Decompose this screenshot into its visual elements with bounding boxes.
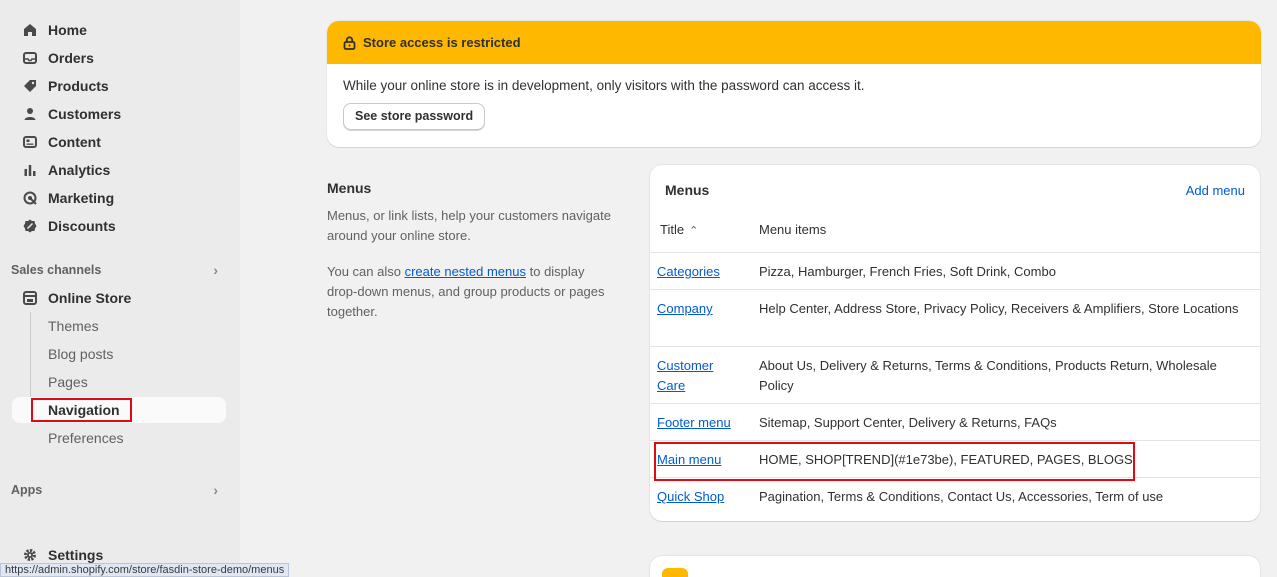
chevron-right-icon: › [213,262,218,278]
subnav-navigation-label: Navigation [48,402,120,418]
orders-icon [22,50,38,66]
nav-products[interactable]: Products [12,73,226,99]
subnav-preferences-label: Preferences [48,430,124,446]
menu-title-link[interactable]: Footer menu [657,413,747,433]
nav-orders[interactable]: Orders [12,45,226,71]
nav-home[interactable]: Home [12,17,226,43]
content-icon [22,134,38,150]
table-row: Quick Shop Pagination, Terms & Condition… [650,477,1260,514]
nav-settings-label: Settings [48,547,104,563]
tag-icon [22,78,38,94]
status-bar-url: https://admin.shopify.com/store/fasdin-s… [0,563,290,577]
column-header-title[interactable]: Title ⌃ [660,222,698,237]
discount-icon [22,218,38,234]
nav-discounts[interactable]: Discounts [12,213,226,239]
menu-items-text: Sitemap, Support Center, Delivery & Retu… [759,415,1057,430]
table-row: Footer menu Sitemap, Support Center, Del… [650,403,1260,440]
bottom-card [650,556,1260,577]
table-row: Main menu HOME, SHOP[TREND](#1e73be), FE… [650,440,1260,477]
nav-marketing-label: Marketing [48,190,115,206]
bar-chart-icon [22,162,38,178]
see-store-password-button[interactable]: See store password [343,103,486,130]
menus-card-title: Menus [665,182,710,198]
table-row: Customer Care About Us, Delivery & Retur… [650,346,1260,403]
subnav-themes-label: Themes [48,318,99,334]
nested-text-before: You can also [327,264,405,279]
info-badge-icon [662,568,688,577]
sidebar: Home Orders Products Customers Content A… [0,0,290,577]
create-nested-menus-link[interactable]: create nested menus [405,264,526,279]
menus-info-paragraph-nested: You can also create nested menus to disp… [327,262,617,322]
nav-customers-label: Customers [48,106,122,122]
menu-items-text: Pizza, Hamburger, French Fries, Soft Dri… [759,264,1056,279]
nav-content[interactable]: Content [12,129,226,155]
menu-title-link[interactable]: Main menu [657,450,747,470]
nav-analytics-label: Analytics [48,162,111,178]
menu-items-text: About Us, Delivery & Returns, Terms & Co… [759,358,1217,393]
add-menu-link[interactable]: Add menu [1186,183,1245,198]
menu-title-link[interactable]: Customer Care [657,356,729,396]
home-icon [22,22,38,38]
subnav-navigation[interactable]: Navigation [12,397,226,423]
chevron-right-icon: › [213,482,218,498]
banner-message: While your online store is in developmen… [343,78,865,93]
apps-label: Apps [11,483,43,497]
nav-products-label: Products [48,78,109,94]
gear-icon [22,547,38,563]
nav-home-label: Home [48,22,87,38]
store-icon [22,290,38,306]
subnav-preferences[interactable]: Preferences [12,425,226,451]
menus-info-section: Menus Menus, or link lists, help your cu… [327,180,617,322]
banner-title: Store access is restricted [363,35,521,50]
table-row: Categories Pizza, Hamburger, French Frie… [650,252,1260,289]
column-header-menu-items: Menu items [759,222,827,237]
column-header-title-label: Title [660,222,685,237]
lock-icon [343,35,357,50]
nav-discounts-label: Discounts [48,218,116,234]
nav-orders-label: Orders [48,50,94,66]
menu-items-text: Help Center, Address Store, Privacy Poli… [759,301,1239,316]
nav-online-store-label: Online Store [48,290,132,306]
nav-content-label: Content [48,134,101,150]
menu-title-link[interactable]: Categories [657,262,747,282]
menus-card: Menus Add menu Title ⌃ Menu items Categor… [650,165,1260,521]
sales-channels-header[interactable]: Sales channels › [11,260,226,280]
menu-title-link[interactable]: Quick Shop [657,487,747,507]
menu-items-text: HOME, SHOP[TREND](#1e73be), FEATURED, PA… [759,452,1133,467]
menus-info-paragraph: Menus, or link lists, help your customer… [327,208,611,243]
subnav-themes[interactable]: Themes [12,313,226,339]
sales-channels-label: Sales channels [11,263,102,277]
banner-header: Store access is restricted [327,21,1261,64]
subnav-blog-posts[interactable]: Blog posts [12,341,226,367]
person-icon [22,106,38,122]
subnav-pages[interactable]: Pages [12,369,226,395]
menus-info-heading: Menus [327,180,372,196]
subnav-pages-label: Pages [48,374,88,390]
subnav-blog-posts-label: Blog posts [48,346,114,362]
sort-icon: ⌃ [689,225,699,237]
apps-header[interactable]: Apps › [11,480,226,500]
store-restricted-banner: Store access is restricted While your on… [327,21,1261,147]
nav-online-store[interactable]: Online Store [12,285,226,311]
table-row: Company Help Center, Address Store, Priv… [650,289,1260,346]
menu-title-link[interactable]: Company [657,299,747,319]
nav-customers[interactable]: Customers [12,101,226,127]
nav-marketing[interactable]: Marketing [12,185,226,211]
menu-items-text: Pagination, Terms & Conditions, Contact … [759,489,1164,504]
nav-analytics[interactable]: Analytics [12,157,226,183]
target-icon [22,190,38,206]
